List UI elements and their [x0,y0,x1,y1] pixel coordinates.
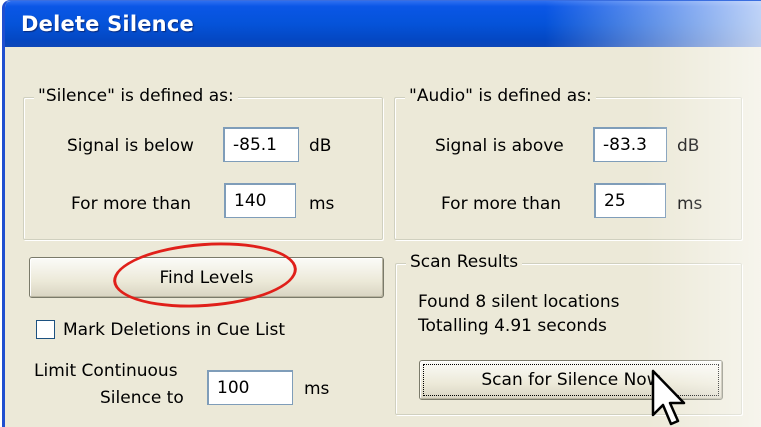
mark-deletions-label[interactable]: Mark Deletions in Cue List [63,320,285,340]
limit-label-line1: Limit Continuous [34,361,178,381]
silence-definition-group: "Silence" is defined as: Signal is below… [23,86,383,240]
audio-duration-label: For more than [441,194,562,214]
audio-duration-input[interactable]: 25 [594,183,666,218]
silence-signal-input[interactable]: -85.1 [223,127,299,162]
scan-results-found: Found 8 silent locations [418,292,620,312]
scan-results-legend: Scan Results [406,252,523,272]
delete-silence-dialog: Delete Silence "Silence" is defined as: … [2,0,761,427]
silence-duration-label: For more than [71,194,192,214]
highlight-ellipse [110,236,300,314]
audio-signal-unit: dB [677,136,700,156]
scan-results-total: Totalling 4.91 seconds [418,316,607,336]
audio-duration-unit: ms [677,194,703,214]
audio-signal-label: Signal is above [435,136,564,156]
silence-group-legend: "Silence" is defined as: [34,86,238,106]
mouse-pointer-icon [651,369,686,426]
audio-group-legend: "Audio" is defined as: [405,86,596,106]
silence-duration-input[interactable]: 140 [224,183,296,218]
mark-deletions-checkbox[interactable] [36,320,55,339]
silence-signal-label: Signal is below [67,136,194,156]
title-bar[interactable]: Delete Silence [5,1,761,47]
window-title: Delete Silence [21,12,194,36]
limit-label-line2: Silence to [100,388,184,408]
silence-signal-unit: dB [309,136,332,156]
limit-unit: ms [304,379,330,399]
audio-signal-input[interactable]: -83.3 [593,127,667,162]
audio-definition-group: "Audio" is defined as: Signal is above -… [394,86,742,240]
limit-input[interactable]: 100 [207,370,293,405]
silence-duration-unit: ms [309,194,335,214]
